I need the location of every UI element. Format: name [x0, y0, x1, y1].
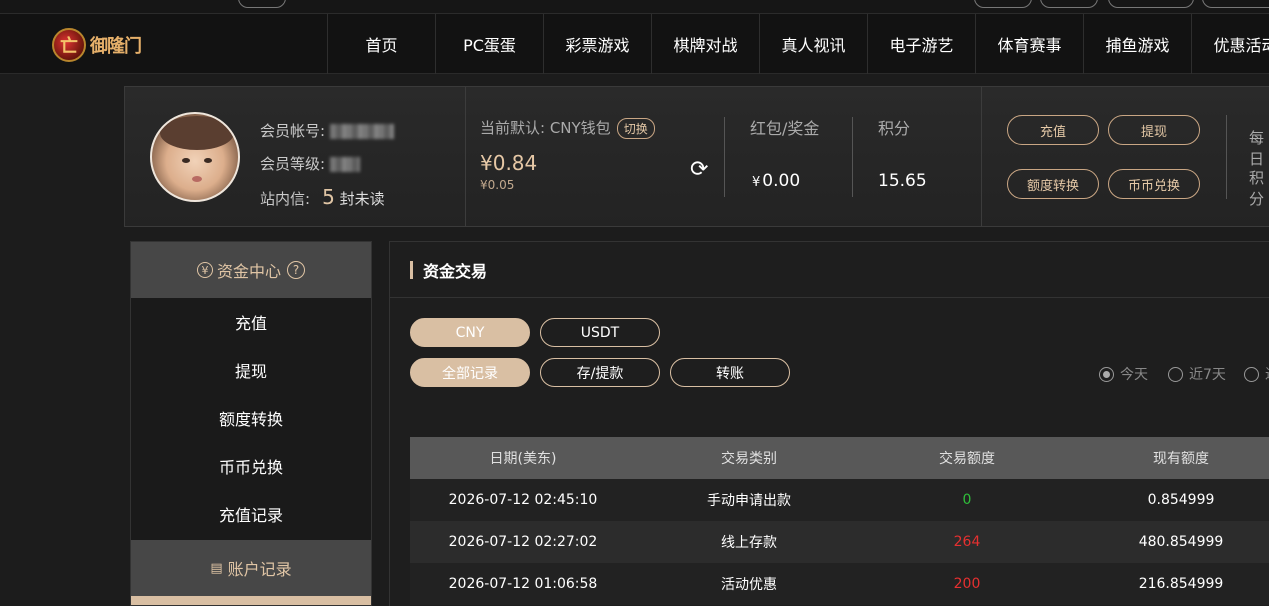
points-edge-label: 积分	[1249, 169, 1265, 208]
bonus-value: ¥0.00	[752, 171, 801, 191]
sidebar: ¥ 资金中心 ? 充值 提现 额度转换 币币兑换 充值记录 ▤ 账户记录	[130, 241, 372, 606]
table-row: 2026-07-12 02:27:02 线上存款 264 480.854999	[410, 521, 1269, 563]
level-label: 会员等级:	[260, 155, 326, 173]
main-nav: 亡 御隆门 首页 PC蛋蛋 彩票游戏 棋牌对战 真人视讯 电子游艺 体育赛事 捕…	[0, 14, 1269, 74]
sidebar-item-recharge[interactable]: 充值	[131, 298, 371, 346]
withdraw-button[interactable]: 提现	[1108, 115, 1200, 145]
top-pill-button[interactable]	[1040, 0, 1098, 8]
top-pill-button[interactable]	[238, 0, 286, 8]
help-icon[interactable]: ?	[287, 261, 305, 279]
top-pill-button[interactable]	[974, 0, 1032, 8]
nav-item-live[interactable]: 真人视讯	[759, 14, 867, 74]
document-icon: ▤	[210, 560, 223, 576]
sidebar-item-exchange[interactable]: 币币兑换	[131, 442, 371, 490]
logo-mark-icon: 亡	[52, 28, 86, 62]
divider	[465, 87, 466, 226]
main-panel: 资金交易 CNY USDT 全部记录 存/提款 转账 今天 近7天 近 日期(美…	[389, 241, 1269, 606]
nav-item-home[interactable]: 首页	[327, 14, 435, 74]
sidebar-head-label: 资金中心	[216, 262, 281, 281]
nav-item-chess[interactable]: 棋牌对战	[651, 14, 759, 74]
account-value-redacted	[329, 124, 394, 139]
range-today[interactable]: 今天	[1099, 364, 1148, 384]
page-title: 资金交易	[390, 242, 1269, 298]
level-value-redacted	[329, 157, 360, 172]
nav-item-promotions[interactable]: 优惠活动	[1191, 14, 1269, 74]
range-more[interactable]: 近	[1244, 364, 1269, 384]
nav-items: 首页 PC蛋蛋 彩票游戏 棋牌对战 真人视讯 电子游艺 体育赛事 捕鱼游戏 优惠…	[327, 14, 1269, 74]
account-label: 会员帐号:	[260, 122, 326, 140]
sidebar-head-records[interactable]: ▤ 账户记录	[131, 540, 371, 596]
nav-item-sports[interactable]: 体育赛事	[975, 14, 1083, 74]
table-header: 日期(美东) 交易类别 交易额度 现有额度	[410, 437, 1269, 479]
profile-info: 会员帐号: 会员等级: 站内信: 5 封未读	[260, 115, 394, 216]
exchange-button[interactable]: 币币兑换	[1108, 169, 1200, 199]
tab-cny[interactable]: CNY	[410, 318, 530, 347]
yuan-icon: ¥	[196, 262, 213, 278]
col-type: 交易类别	[721, 451, 777, 467]
sidebar-item-recharge-records[interactable]: 充值记录	[131, 490, 371, 538]
balance-value: ¥0.84	[480, 151, 538, 175]
table-row: 2026-07-12 01:06:58 活动优惠 200 216.854999	[410, 563, 1269, 605]
sidebar-active-item[interactable]	[131, 596, 371, 605]
unread-text[interactable]: 封未读	[340, 190, 385, 208]
nav-item-slots[interactable]: 电子游艺	[867, 14, 975, 74]
sidebar-head2-label: 账户记录	[227, 560, 292, 579]
tab-deposit-withdraw[interactable]: 存/提款	[540, 358, 660, 387]
logo-text: 御隆门	[90, 36, 142, 57]
tab-transfer[interactable]: 转账	[670, 358, 790, 387]
col-date: 日期(美东)	[489, 451, 557, 467]
tab-usdt[interactable]: USDT	[540, 318, 660, 347]
top-strip	[0, 0, 1269, 14]
site-logo[interactable]: 亡 御隆门	[52, 24, 152, 66]
col-balance: 现有额度	[1153, 451, 1209, 467]
points-label: 积分	[878, 119, 911, 138]
nav-item-pc-dandan[interactable]: PC蛋蛋	[435, 14, 543, 74]
profile-panel: 会员帐号: 会员等级: 站内信: 5 封未读 当前默认: CNY钱包 切换 ¥0.8…	[124, 86, 1269, 227]
top-pill-button[interactable]	[1202, 0, 1269, 8]
tab-all-records[interactable]: 全部记录	[410, 358, 530, 387]
sidebar-item-transfer[interactable]: 额度转换	[131, 394, 371, 442]
wallet-label: 当前默认: CNY钱包	[480, 119, 611, 137]
unread-count[interactable]: 5	[322, 185, 335, 209]
refresh-icon[interactable]: ⟳	[690, 159, 712, 181]
bonus-label: 红包/奖金	[750, 119, 820, 138]
range-7days[interactable]: 近7天	[1168, 364, 1226, 384]
nav-item-fishing[interactable]: 捕鱼游戏	[1083, 14, 1191, 74]
switch-wallet-button[interactable]: 切换	[616, 118, 655, 139]
transfer-button[interactable]: 额度转换	[1007, 169, 1099, 199]
table-row: 2026-07-12 02:45:10 手动申请出款 0 0.854999	[410, 479, 1269, 521]
messages-label: 站内信:	[260, 190, 311, 208]
avatar[interactable]	[150, 112, 240, 202]
balance-sub-value: ¥0.05	[480, 178, 515, 192]
transactions-table: 日期(美东) 交易类别 交易额度 现有额度 2026-07-12 02:45:1…	[410, 437, 1269, 605]
sidebar-head-funds[interactable]: ¥ 资金中心 ?	[131, 242, 371, 298]
top-pill-button[interactable]	[1108, 0, 1194, 8]
nav-item-lottery[interactable]: 彩票游戏	[543, 14, 651, 74]
sidebar-item-withdraw[interactable]: 提现	[131, 346, 371, 394]
recharge-button[interactable]: 充值	[1007, 115, 1099, 145]
wallet-info: 当前默认: CNY钱包 切换	[480, 117, 655, 139]
daily-label: 每日	[1249, 129, 1265, 168]
col-amount: 交易额度	[939, 451, 995, 467]
points-value: 15.65	[878, 171, 927, 191]
divider	[981, 87, 982, 226]
